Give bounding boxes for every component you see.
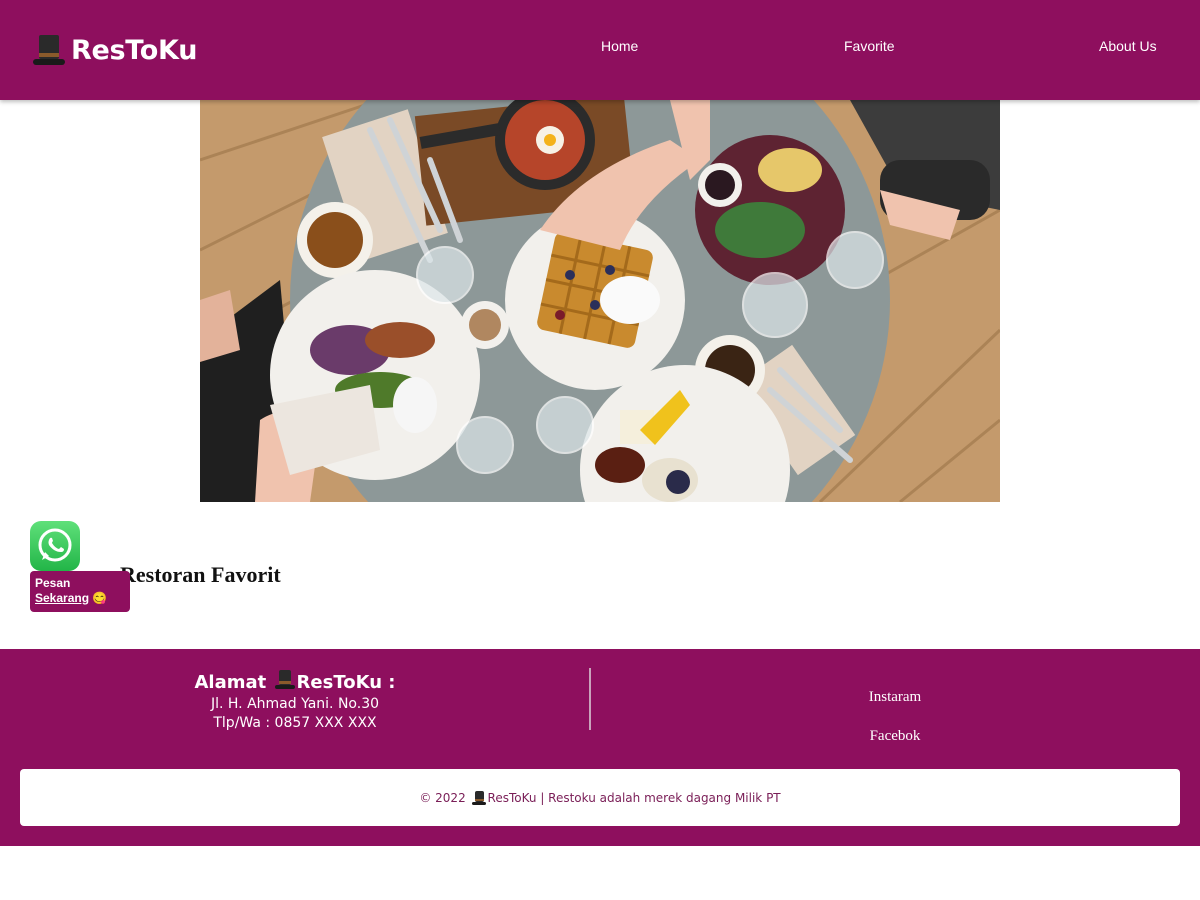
top-hat-icon [471,790,487,806]
nav-about-us[interactable]: About Us [1099,38,1157,54]
instagram-link[interactable]: Instaram [590,689,1200,706]
copyright-brand: ResToKu [487,790,537,805]
nav-home[interactable]: Home [601,38,638,54]
address-line: Jl. H. Ahmad Yani. No.30 [210,696,380,712]
brand-logo[interactable]: ResToKu [32,32,197,68]
address-title: Alamat ResToKu : [0,669,590,695]
order-now-line2: Sekarang [35,591,90,605]
top-hat-icon [32,33,66,67]
order-now-badge[interactable]: Pesan Sekarang 😋 [30,571,130,612]
copyright-prefix: © 2022 [419,790,466,805]
phone-line: Tlp/Wa : 0857 XXX XXX [213,715,377,731]
yum-emoji-icon: 😋 [92,591,108,605]
address-title-prefix: Alamat [194,672,267,693]
order-now-line1: Pesan [35,576,71,590]
copyright-suffix: | Restoku adalah merek dagang Milik PT [540,790,781,805]
address-title-brand: ResToKu [296,672,383,693]
brand-name: ResToKu [71,34,198,66]
top-hat-icon [274,669,296,691]
app-header: ResToKu Home Favorite About Us [0,0,1200,100]
nav-favorite[interactable]: Favorite [844,38,895,54]
whatsapp-glyph [38,528,72,562]
facebook-link[interactable]: Facebok [590,728,1200,745]
address-title-suffix: : [388,672,396,693]
site-footer: Alamat ResToKu : Jl. H. Ahmad Yani. No.3… [0,649,1200,846]
hero-image [200,100,1000,502]
hero-food-illustration [200,100,1000,502]
copyright-bar: © 2022 ResToKu | Restoku adalah merek da… [20,769,1180,826]
address-block: Alamat ResToKu : Jl. H. Ahmad Yani. No.3… [0,669,590,733]
whatsapp-icon[interactable] [30,521,80,571]
section-title: Restoran Favorit [120,562,281,587]
